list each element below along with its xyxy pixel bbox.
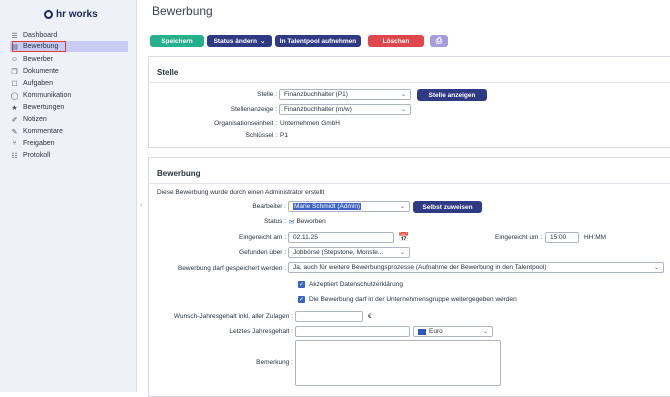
nav-item-dashboard[interactable]: ☰ Dashboard — [10, 30, 128, 41]
nav-item-protokoll[interactable]: ☷ Protokoll — [10, 150, 128, 161]
nav-item-notizen[interactable]: ✐ Notizen — [10, 114, 128, 125]
log-icon: ☷ — [11, 152, 18, 160]
store-permission-select[interactable]: Ja, auch für weitere Bewerbungsprozesse … — [288, 262, 664, 273]
assign-self-button[interactable]: Selbst zuweisen — [413, 201, 482, 213]
sidebar-collapse-icon[interactable]: ‹ — [137, 202, 145, 209]
divider — [149, 82, 670, 83]
currency-select[interactable]: Euro ⌄ — [413, 326, 493, 337]
stellenanzeige-label: Stellenanzeige : — [230, 106, 277, 113]
key-label: Schlüssel : — [245, 132, 277, 139]
last-salary-input[interactable] — [295, 326, 410, 337]
divider — [149, 183, 670, 184]
chevron-down-icon: ⌄ — [482, 329, 488, 335]
submitted-time-input[interactable]: 15:00 — [545, 232, 579, 243]
logo: hr works — [44, 7, 98, 21]
nav-item-freigaben[interactable]: ⑂ Freigaben — [10, 138, 128, 149]
store-permission-label: Bewerbung darf gespeichert werden : — [177, 265, 286, 272]
nav-item-kommunikation[interactable]: ◯ Kommunikation — [10, 90, 128, 101]
editor-select[interactable]: Marie Schmidt (Admin) ⌄ — [288, 201, 410, 212]
show-stelle-button[interactable]: Stelle anzeigen — [417, 89, 487, 101]
mail-icon: ✉ — [289, 219, 295, 226]
chevron-down-icon: ⌄ — [653, 265, 659, 271]
logo-mark-icon — [44, 9, 53, 19]
chevron-down-icon: ⌄ — [259, 38, 266, 45]
desired-salary-label: Wunsch-Jahresgehalt inkl. aller Zulagen … — [173, 313, 293, 320]
page-title: Bewerbung — [152, 4, 213, 18]
stelle-label: Stelle : — [257, 91, 277, 98]
found-via-label: Gefunden über : — [239, 249, 286, 256]
main-content: Bewerbung Speichern Status ändern ⌄ In Ta… — [145, 0, 670, 397]
chevron-down-icon: ⌄ — [400, 107, 406, 113]
time-format-hint: HH:MM — [584, 234, 607, 241]
submitted-date-input[interactable]: 02.11.25 — [288, 232, 394, 243]
dashboard-icon: ☰ — [11, 32, 18, 40]
nav-item-aufgaben[interactable]: ☐ Aufgaben — [10, 78, 128, 89]
chat-icon: ◯ — [10, 92, 19, 100]
application-icon: ▤ — [11, 43, 18, 51]
print-icon[interactable]: ⎙ — [430, 35, 448, 47]
tasks-icon: ☐ — [11, 80, 18, 88]
stelle-select[interactable]: Finanzbuchhalter (P1) ⌄ — [279, 89, 411, 100]
privacy-label: Akzeptiert Datenschutzerklärung — [309, 281, 403, 288]
documents-icon: ❐ — [11, 68, 18, 76]
submitted-time-label: Eingereicht um : — [495, 234, 542, 241]
chevron-down-icon: ⌄ — [399, 204, 405, 210]
remark-label: Bemerkung : — [256, 359, 293, 366]
delete-button[interactable]: Löschen — [368, 35, 424, 47]
calendar-icon[interactable]: 📅 — [398, 232, 409, 243]
nav-item-bewertungen[interactable]: ★ Bewertungen — [10, 102, 128, 113]
forward-checkbox[interactable]: ✓ — [298, 296, 305, 303]
nav-item-kommentare[interactable]: ✎ Kommentare — [10, 126, 128, 137]
logo-text: hr works — [56, 8, 98, 20]
sidebar: hr works ☰ Dashboard ▤ Bewerbung ☺ Bewerber… — [0, 0, 137, 392]
change-status-button[interactable]: Status ändern ⌄ — [207, 35, 272, 47]
status-label: Status : — [263, 218, 286, 225]
stellenanzeige-select[interactable]: Finanzbuchhalter (m/w) ⌄ — [279, 104, 411, 115]
admin-note: Diese Bewerbung wurde durch einen Admini… — [157, 189, 325, 196]
nav-item-bewerbung[interactable]: ▤ Bewerbung — [10, 41, 128, 52]
stelle-heading: Stelle — [157, 68, 179, 77]
status-value: ✉ Beworben — [289, 218, 326, 226]
add-to-talentpool-button[interactable]: In Talentpool aufnehmen — [275, 35, 361, 47]
chevron-down-icon: ⌄ — [399, 250, 405, 256]
eu-flag-icon — [418, 328, 426, 335]
org-unit-value: Unternehmen GmbH — [280, 120, 340, 127]
person-icon: ☺ — [10, 56, 19, 63]
currency-symbol: € — [368, 313, 372, 320]
bewerbung-heading: Bewerbung — [157, 169, 201, 178]
chevron-down-icon: ⌄ — [400, 92, 406, 98]
star-icon: ★ — [11, 104, 18, 112]
submitted-date-label: Eingereicht am : — [239, 234, 286, 241]
remark-textarea[interactable] — [295, 340, 501, 386]
comment-icon: ✎ — [11, 128, 18, 136]
editor-label: Bearbeiter : — [252, 203, 286, 210]
nav-item-bewerber[interactable]: ☺ Bewerber — [10, 54, 128, 65]
nav-item-dokumente[interactable]: ❐ Dokumente — [10, 66, 128, 77]
bewerbung-panel: Bewerbung Diese Bewerbung wurde durch ei… — [148, 157, 670, 397]
found-via-select[interactable]: Jobbörse (Stepstone, Monste... ⌄ — [288, 247, 410, 258]
key-value: P1 — [280, 132, 288, 139]
privacy-checkbox[interactable]: ✓ — [298, 281, 305, 288]
save-button[interactable]: Speichern — [150, 35, 204, 47]
share-icon: ⑂ — [12, 140, 17, 147]
forward-label: Die Bewerbung darf in der Unternehmensgr… — [309, 296, 517, 303]
desired-salary-input[interactable] — [295, 311, 363, 322]
last-salary-label: Letztes Jahresgehalt : — [229, 328, 293, 335]
stelle-panel: Stelle Stelle : Finanzbuchhalter (P1) ⌄ S… — [148, 56, 670, 148]
pin-icon: ✐ — [11, 116, 18, 124]
org-unit-label: Organisationseinheit : — [214, 120, 277, 127]
